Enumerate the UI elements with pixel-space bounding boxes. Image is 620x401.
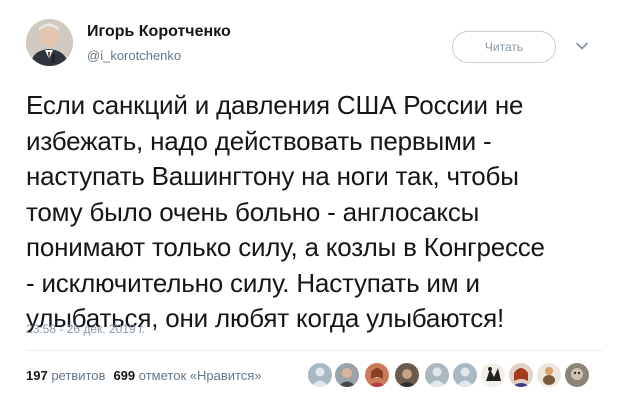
follow-button[interactable]: Читать <box>452 31 556 63</box>
liker-avatar-default-icon[interactable] <box>307 362 333 388</box>
liker-avatar[interactable] <box>334 362 360 388</box>
author-handle[interactable]: @i_korotchenko <box>87 48 181 63</box>
liker-avatar[interactable] <box>480 362 506 388</box>
author-avatar[interactable] <box>26 19 73 66</box>
liker-avatar-default-icon[interactable] <box>424 362 450 388</box>
likes-stat[interactable]: 699 отметок «Нравится» <box>113 368 261 383</box>
retweets-count: 197 <box>26 368 48 383</box>
liker-avatar[interactable] <box>508 362 534 388</box>
tweet-stats: 197 ретвитов 699 отметок «Нравится» <box>26 368 262 383</box>
liker-avatar[interactable] <box>536 362 562 388</box>
tweet-card: Игорь Коротченко @i_korotchenko Читать Е… <box>0 0 620 401</box>
tweet-text: Если санкций и давления США России не из… <box>26 90 545 333</box>
retweets-label: ретвитов <box>51 368 106 383</box>
author-name[interactable]: Игорь Коротченко <box>87 23 231 41</box>
likes-label: отметок «Нравится» <box>138 368 262 383</box>
likes-count: 699 <box>113 368 136 383</box>
chevron-down-icon[interactable] <box>574 38 590 54</box>
retweets-stat[interactable]: 197 ретвитов <box>26 368 105 383</box>
tweet-timestamp[interactable]: 23:58 - 26 дек. 2019 г. <box>26 322 145 336</box>
liker-avatar-default-icon[interactable] <box>452 362 478 388</box>
liker-avatar[interactable] <box>364 362 390 388</box>
divider <box>26 350 602 351</box>
liker-avatar[interactable] <box>564 362 590 388</box>
liker-avatar[interactable] <box>394 362 420 388</box>
author-photo <box>26 19 73 66</box>
